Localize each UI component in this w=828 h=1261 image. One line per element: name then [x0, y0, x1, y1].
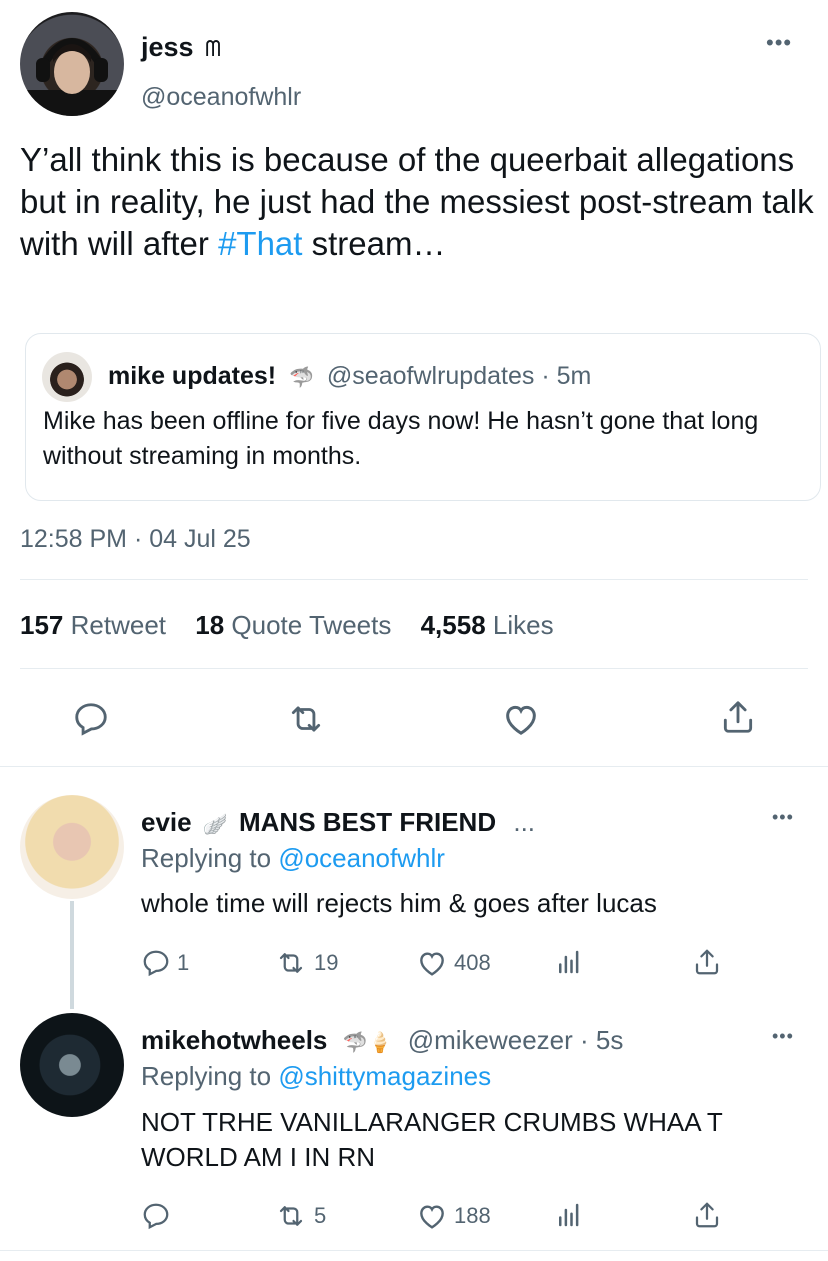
replying-label: Replying to: [141, 1061, 272, 1091]
retweet-action[interactable]: 19: [274, 946, 338, 980]
retweets-count: 157: [20, 610, 64, 640]
like-action[interactable]: 408: [416, 946, 491, 980]
share-icon[interactable]: [692, 946, 722, 978]
reply-icon[interactable]: [72, 700, 110, 738]
reply-icon: [143, 1203, 169, 1230]
retweet-icon: [279, 1206, 303, 1226]
like-heart-icon[interactable]: [501, 699, 541, 739]
wing-emoji: 🪽: [202, 814, 228, 836]
avatar-headphones-icon: [20, 38, 124, 116]
author-handle[interactable]: @oceanofwhlr: [141, 83, 301, 112]
quotes-count: 18: [195, 610, 225, 640]
divider: [0, 766, 828, 767]
retweet-count: 5: [314, 1203, 327, 1228]
reply-avatar[interactable]: [20, 795, 124, 899]
quotes-label: Quote Tweets: [231, 610, 392, 640]
quoted-avatar: [42, 352, 92, 402]
shark-icecream-emoji: 🦈🍦: [342, 1032, 393, 1054]
like-count: 188: [454, 1203, 491, 1228]
more-options-icon[interactable]: •••: [766, 32, 792, 54]
share-icon[interactable]: [719, 697, 757, 737]
like-count: 408: [454, 950, 491, 975]
name-truncation: ...: [513, 807, 536, 837]
hashtag-link[interactable]: #That: [218, 225, 302, 262]
reply-text: whole time will rejects him & goes after…: [141, 888, 657, 918]
analytics-icon[interactable]: [554, 947, 584, 977]
more-options-icon[interactable]: •••: [772, 1027, 794, 1045]
author-name[interactable]: jess: [141, 32, 194, 62]
divider: [20, 668, 808, 669]
retweets-stat[interactable]: 157 Retweet: [20, 610, 166, 640]
reply-header: mikehotwheels 🦈🍦 @mikeweezer · 5s: [141, 1025, 623, 1056]
author-avatar[interactable]: [20, 12, 124, 116]
reply-header: evie 🪽 MANS BEST FRIEND ...: [141, 807, 535, 838]
reply-text: NOT TRHE VANILLARANGER CRUMBS WHAA T WOR…: [141, 1105, 723, 1175]
tweet-text: Y’all think this is because of the queer…: [20, 139, 820, 265]
quoted-emoji: 🦈: [289, 367, 314, 389]
more-options-icon[interactable]: •••: [772, 808, 794, 826]
likes-label: Likes: [492, 610, 554, 640]
retweet-icon[interactable]: [285, 700, 327, 738]
reply-count: 1: [177, 950, 190, 975]
like-action[interactable]: 188: [416, 1199, 491, 1233]
tweet-text-tail: stream…: [302, 225, 446, 262]
reply-text-line: WORLD AM I IN RN: [141, 1142, 376, 1172]
share-icon[interactable]: [692, 1199, 722, 1231]
reply-author-name-extra[interactable]: MANS BEST FRIEND: [239, 807, 496, 837]
reply-action[interactable]: 1: [141, 946, 189, 980]
analytics-icon[interactable]: [554, 1200, 584, 1230]
retweets-label: Retweet: [70, 610, 167, 640]
retweet-count: 19: [314, 950, 339, 975]
reply-icon: [143, 950, 169, 977]
likes-stat[interactable]: 4,558 Likes: [421, 610, 554, 640]
retweet-action[interactable]: 5: [274, 1199, 326, 1233]
reply-author-name[interactable]: evie: [141, 807, 192, 837]
reply-time[interactable]: · 5s: [580, 1025, 623, 1055]
replying-to: Replying to @oceanofwhlr: [141, 843, 445, 874]
quoted-header: mike updates! 🦈 @seaofwlrupdates · 5m: [108, 362, 591, 391]
like-heart-icon: [420, 1205, 444, 1229]
replying-to: Replying to @shittymagazines: [141, 1061, 491, 1092]
divider: [0, 1250, 828, 1251]
replying-label: Replying to: [141, 843, 272, 873]
retweet-icon: [279, 953, 303, 973]
divider: [20, 579, 808, 580]
author-name-row[interactable]: jess ᗰ: [141, 32, 221, 63]
thread-line: [70, 901, 74, 1009]
reply-author-handle[interactable]: @mikeweezer: [408, 1025, 573, 1055]
reply-avatar[interactable]: [20, 1013, 124, 1117]
replying-to-link[interactable]: @oceanofwhlr: [278, 843, 445, 873]
quoted-handle: @seaofwlrupdates: [326, 362, 535, 390]
reply-action[interactable]: [141, 1199, 177, 1233]
author-emoji: ᗰ: [205, 36, 221, 61]
quoted-name: mike updates!: [108, 362, 277, 390]
reply-author-name[interactable]: mikehotwheels: [141, 1025, 327, 1055]
reply-item[interactable]: mikehotwheels 🦈🍦 @mikeweezer · 5s ••• Re…: [0, 1005, 828, 1250]
reply-item[interactable]: evie 🪽 MANS BEST FRIEND ... ••• Replying…: [0, 768, 828, 1009]
reply-text-line: NOT TRHE VANILLARANGER CRUMBS WHAA T: [141, 1107, 723, 1137]
quoted-tweet-card[interactable]: mike updates! 🦈 @seaofwlrupdates · 5m Mi…: [25, 333, 821, 501]
tweet-stats: 157 Retweet 18 Quote Tweets 4,558 Likes: [20, 610, 554, 641]
quoted-time: · 5m: [541, 362, 592, 390]
replying-to-link[interactable]: @shittymagazines: [278, 1061, 491, 1091]
like-heart-icon: [420, 952, 444, 976]
quotes-stat[interactable]: 18 Quote Tweets: [195, 610, 391, 640]
likes-count: 4,558: [420, 610, 486, 640]
quoted-text: Mike has been offline for five days now!…: [43, 407, 759, 470]
tweet-timestamp[interactable]: 12:58 PM · 04 Jul 25: [20, 525, 251, 554]
